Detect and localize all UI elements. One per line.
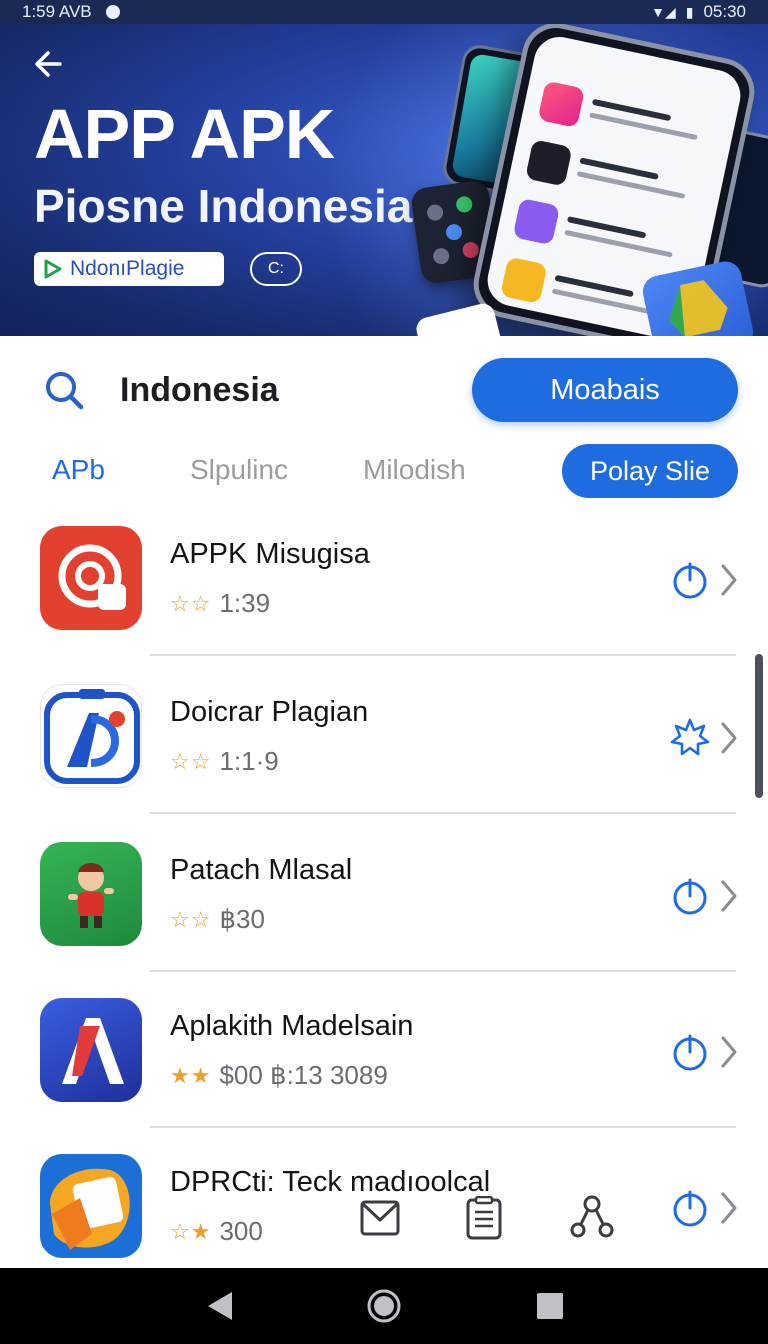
scrollbar[interactable] bbox=[755, 654, 763, 798]
home-circle-icon[interactable] bbox=[366, 1288, 402, 1324]
app-meta-value: 300 bbox=[219, 1216, 263, 1246]
system-navigation-bar bbox=[0, 1268, 768, 1344]
status-time: 1:59 AVB bbox=[22, 2, 92, 21]
chevron-right-icon[interactable] bbox=[718, 562, 740, 598]
notification-dot-icon bbox=[105, 5, 120, 19]
rating-stars-icon: ☆☆ bbox=[170, 906, 212, 932]
app-screen: 1:59 AVB ▼◢ ▮ 05:30 APP APK Piosne Indon… bbox=[0, 0, 768, 1344]
app-meta-value: ฿30 bbox=[219, 904, 265, 934]
app-icon-mlasal bbox=[40, 842, 142, 946]
list-item[interactable]: Doicrar Plagian ☆☆ 1:1·9 bbox=[0, 658, 768, 814]
chevron-right-icon[interactable] bbox=[718, 1034, 740, 1070]
app-icon-madelsain bbox=[40, 998, 142, 1102]
play-store-icon bbox=[44, 259, 62, 279]
app-meta: ☆☆ ฿30 bbox=[170, 904, 265, 935]
divider bbox=[150, 812, 736, 814]
power-icon[interactable] bbox=[670, 876, 710, 916]
share-icon[interactable] bbox=[570, 1194, 614, 1238]
hero-badge-text: NdonıPlagie bbox=[70, 257, 185, 280]
status-clock: 05:30 bbox=[703, 2, 746, 21]
clipboard-icon[interactable] bbox=[462, 1196, 506, 1240]
hero-store-badge[interactable]: NdonıPlagie bbox=[34, 252, 224, 286]
recents-square-icon[interactable] bbox=[532, 1288, 568, 1324]
status-left: 1:59 AVB bbox=[22, 2, 120, 22]
app-meta: ☆☆ 1:1·9 bbox=[170, 746, 279, 777]
app-name: Aplakith Madelsain bbox=[170, 1010, 414, 1042]
app-meta: ☆★ 300 bbox=[170, 1216, 263, 1247]
power-icon[interactable] bbox=[670, 560, 710, 600]
list-item[interactable]: Patach Mlasal ☆☆ ฿30 bbox=[0, 816, 768, 972]
power-icon[interactable] bbox=[670, 1032, 710, 1072]
primary-action-button[interactable]: Moabais bbox=[472, 358, 738, 422]
search-row: Indonesia Moabais bbox=[0, 340, 768, 440]
search-icon[interactable] bbox=[42, 368, 86, 412]
hero-chip[interactable]: C: bbox=[250, 252, 302, 286]
power-icon[interactable] bbox=[670, 1188, 710, 1228]
app-meta-value: 1:39 bbox=[219, 588, 271, 618]
hero-chip-text: C: bbox=[268, 260, 284, 277]
tab-polay-slie-label: Polay Slie bbox=[589, 455, 711, 486]
search-query[interactable]: Indonesia bbox=[120, 370, 279, 410]
app-list: APPK Misugisa ☆☆ 1:39 Doicrar Plagian ☆☆… bbox=[0, 500, 768, 1268]
tab-milodish[interactable]: Milodish bbox=[363, 452, 466, 488]
tab-bar: APb Slpulinc Milodish Polay Slie bbox=[0, 442, 768, 500]
app-meta-value: 1:1·9 bbox=[219, 746, 279, 776]
back-triangle-icon[interactable] bbox=[202, 1288, 238, 1324]
status-bar: 1:59 AVB ▼◢ ▮ 05:30 bbox=[0, 0, 768, 24]
app-meta-value: $00 ฿:13 3089 bbox=[219, 1060, 388, 1090]
app-name: Doicrar Plagian bbox=[170, 696, 369, 728]
primary-action-label: Moabais bbox=[550, 373, 660, 406]
list-item[interactable]: Aplakith Madelsain ★★ $00 ฿:13 3089 bbox=[0, 972, 768, 1128]
back-button[interactable] bbox=[28, 42, 72, 86]
hero-subtitle: Piosne Indonesia bbox=[34, 180, 413, 232]
hero-banner: APP APK Piosne Indonesia NdonıPlagie C: bbox=[0, 24, 768, 336]
chevron-right-icon[interactable] bbox=[718, 878, 740, 914]
app-icon-plagian bbox=[40, 684, 142, 788]
rating-stars-icon: ☆★ bbox=[170, 1218, 212, 1244]
tab-polay-slie[interactable]: Polay Slie bbox=[562, 444, 738, 498]
tab-apb[interactable]: APb bbox=[52, 452, 105, 488]
mail-icon[interactable] bbox=[358, 1196, 402, 1240]
list-item[interactable]: APPK Misugisa ☆☆ 1:39 bbox=[0, 500, 768, 656]
rating-stars-icon: ☆☆ bbox=[170, 590, 212, 616]
app-name: APPK Misugisa bbox=[170, 538, 370, 570]
battery-icon: ▮ bbox=[685, 3, 694, 20]
sparkle-icon[interactable] bbox=[670, 718, 710, 758]
app-icon-misugisa bbox=[40, 526, 142, 630]
app-name: Patach Mlasal bbox=[170, 854, 353, 886]
arrow-left-icon bbox=[35, 51, 62, 77]
app-meta: ☆☆ 1:39 bbox=[170, 588, 270, 619]
app-icon-teck bbox=[40, 1154, 142, 1258]
rating-stars-icon: ★★ bbox=[170, 1062, 212, 1088]
app-name: DPRCti: Teck madıoolcal bbox=[170, 1166, 491, 1198]
chevron-right-icon[interactable] bbox=[718, 720, 740, 756]
status-right: ▼◢ ▮ 05:30 bbox=[651, 2, 746, 22]
signal-icon: ▼◢ bbox=[651, 3, 676, 20]
hero-title: APP APK bbox=[34, 95, 335, 173]
chevron-right-icon[interactable] bbox=[718, 1190, 740, 1226]
app-meta: ★★ $00 ฿:13 3089 bbox=[170, 1060, 388, 1091]
divider bbox=[150, 654, 736, 656]
tab-slpulinc[interactable]: Slpulinc bbox=[190, 452, 288, 488]
rating-stars-icon: ☆☆ bbox=[170, 748, 212, 774]
